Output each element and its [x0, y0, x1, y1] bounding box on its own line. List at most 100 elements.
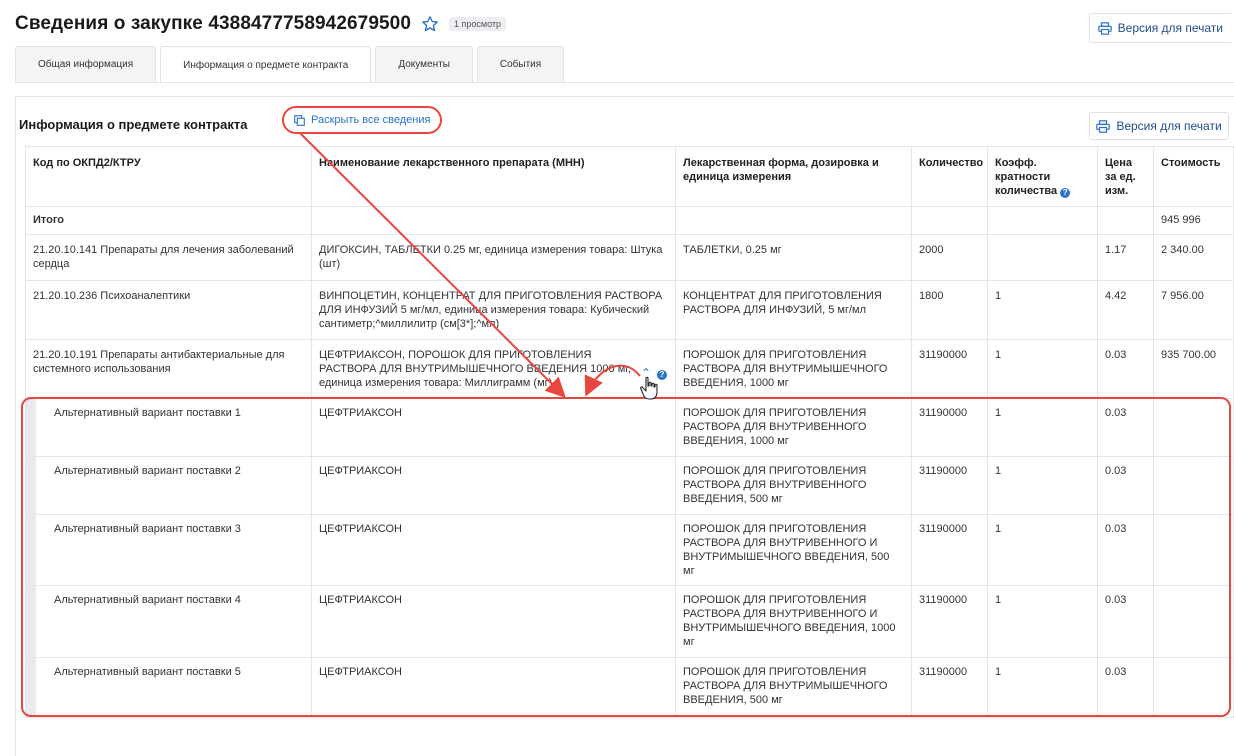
cell-qty: 31190000 — [911, 398, 988, 457]
alt-indent-bar — [26, 399, 36, 456]
page-header: Сведения о закупке 4388477758942679500 1… — [15, 10, 507, 38]
cell-price: 0.03 — [1097, 339, 1154, 399]
cell-cost: 7 956.00 — [1153, 280, 1234, 340]
cell-coef: 1 — [987, 585, 1098, 658]
printer-icon — [1096, 119, 1111, 133]
cell-qty: 31190000 — [911, 339, 988, 399]
alt-label-text: Альтернативный вариант поставки 2 — [54, 465, 241, 477]
cell-price: 0.03 — [1097, 456, 1154, 515]
col-header-price[interactable]: Цена за ед. изм. — [1097, 146, 1154, 207]
cell-coef: 1 — [987, 657, 1098, 718]
total-cost: 945 996 — [1153, 206, 1234, 235]
tab-events[interactable]: События — [476, 46, 565, 82]
cell-price: 0.03 — [1097, 398, 1154, 457]
cell-qty: 31190000 — [911, 456, 988, 515]
cell-qty: 1800 — [911, 280, 988, 340]
cell-form: ТАБЛЕТКИ, 0.25 мг — [675, 234, 912, 281]
cell-name: ЦЕФТРИАКСОН — [311, 585, 676, 658]
help-icon[interactable]: ? — [657, 370, 667, 380]
cell-name: ЦЕФТРИАКСОН — [311, 657, 676, 718]
cell-price: 4.42 — [1097, 280, 1154, 340]
col-header-cost[interactable]: Стоимость — [1153, 146, 1234, 207]
page-title: Сведения о закупке 4388477758942679500 — [15, 13, 411, 34]
total-label: Итого — [25, 206, 312, 235]
tab-documents[interactable]: Документы — [375, 46, 473, 82]
col-header-code[interactable]: Код по ОКПД2/КТРУ — [25, 146, 312, 207]
printer-icon — [1097, 21, 1112, 35]
cell-code: 21.20.10.236 Психоаналептики — [25, 280, 312, 340]
cell-price: 0.03 — [1097, 514, 1154, 586]
cell-name: ЦЕФТРИАКСОН — [311, 514, 676, 586]
cell-cost: 935 700.00 — [1153, 339, 1234, 399]
cell-coef — [987, 234, 1098, 281]
alt-label-text: Альтернативный вариант поставки 1 — [54, 407, 241, 419]
alt-row: Альтернативный вариант поставки 2 ЦЕФТРИ… — [25, 456, 1234, 515]
cell-name-text: ЦЕФТРИАКСОН, ПОРОШОК ДЛЯ ПРИГОТОВЛЕНИЯ Р… — [319, 349, 631, 389]
star-icon[interactable] — [421, 15, 439, 33]
alt-label-text: Альтернативный вариант поставки 3 — [54, 523, 241, 535]
print-version-button[interactable]: Версия для печати — [1089, 112, 1229, 140]
cell-qty: 31190000 — [911, 514, 988, 586]
cell-form: ПОРОШОК ДЛЯ ПРИГОТОВЛЕНИЯ РАСТВОРА ДЛЯ В… — [675, 339, 912, 399]
cell-qty: 2000 — [911, 234, 988, 281]
chevron-up-icon[interactable]: ⌃ — [641, 366, 651, 380]
help-icon[interactable]: ? — [1060, 188, 1071, 198]
views-badge: 1 просмотр — [449, 17, 507, 31]
cell-name: ЦЕФТРИАКСОН — [311, 456, 676, 515]
alt-label: Альтернативный вариант поставки 5 — [25, 657, 312, 718]
cell-price: 1.17 — [1097, 234, 1154, 281]
cell-code: 21.20.10.191 Препараты антибактериальные… — [25, 339, 312, 399]
print-version-label: Версия для печати — [1117, 21, 1223, 35]
alt-label-text: Альтернативный вариант поставки 4 — [54, 594, 241, 606]
col-header-form[interactable]: Лекарственная форма, дозировка и единица… — [675, 146, 912, 207]
alt-row: Альтернативный вариант поставки 1 ЦЕФТРИ… — [25, 398, 1234, 457]
copy-icon — [294, 114, 305, 126]
col-header-coef[interactable]: Коэфф. кратности количества ? — [987, 146, 1098, 207]
alt-indent-bar — [26, 586, 36, 657]
table-header-row: Код по ОКПД2/КТРУ Наименование лекарстве… — [25, 146, 1234, 207]
cell-name: ЦЕФТРИАКСОН — [311, 398, 676, 457]
alt-row: Альтернативный вариант поставки 5 ЦЕФТРИ… — [25, 657, 1234, 718]
cell-name: ДИГОКСИН, ТАБЛЕТКИ 0.25 мг, единица изме… — [311, 234, 676, 281]
tab-bar: Общая информация Информация о предмете к… — [15, 46, 565, 83]
alt-indent-bar — [26, 457, 36, 514]
tab-label: События — [499, 59, 542, 70]
alt-label: Альтернативный вариант поставки 4 — [25, 585, 312, 658]
col-header-coef-label: Коэфф. кратности количества — [995, 157, 1058, 197]
alt-label: Альтернативный вариант поставки 2 — [25, 456, 312, 515]
tab-label: Документы — [398, 59, 450, 70]
alt-row: Альтернативный вариант поставки 4 ЦЕФТРИ… — [25, 585, 1234, 658]
tab-general-info[interactable]: Общая информация — [15, 46, 157, 82]
cell-coef: 1 — [987, 280, 1098, 340]
cell-cost: 2 340.00 — [1153, 234, 1234, 281]
contract-items-table: Код по ОКПД2/КТРУ Наименование лекарстве… — [25, 146, 1234, 718]
alt-label: Альтернативный вариант поставки 3 — [25, 514, 312, 586]
alt-indent-bar — [26, 658, 36, 717]
cell-code: 21.20.10.141 Препараты для лечения забол… — [25, 234, 312, 281]
cell-form: ПОРОШОК ДЛЯ ПРИГОТОВЛЕНИЯ РАСТВОРА ДЛЯ В… — [675, 514, 912, 586]
tabs-divider — [15, 82, 1234, 83]
cell-price: 0.03 — [1097, 657, 1154, 718]
tab-contract-subject[interactable]: Информация о предмете контракта — [160, 46, 372, 83]
alt-label-text: Альтернативный вариант поставки 5 — [54, 666, 241, 678]
col-header-name[interactable]: Наименование лекарственного препарата (М… — [311, 146, 676, 207]
cell-form: ПОРОШОК ДЛЯ ПРИГОТОВЛЕНИЯ РАСТВОРА ДЛЯ В… — [675, 398, 912, 457]
cell-coef: 1 — [987, 456, 1098, 515]
cell-form: ПОРОШОК ДЛЯ ПРИГОТОВЛЕНИЯ РАСТВОРА ДЛЯ В… — [675, 585, 912, 658]
cell-name: ЦЕФТРИАКСОН, ПОРОШОК ДЛЯ ПРИГОТОВЛЕНИЯ Р… — [311, 339, 676, 399]
cell-qty: 31190000 — [911, 657, 988, 718]
alt-row: Альтернативный вариант поставки 3 ЦЕФТРИ… — [25, 514, 1234, 586]
expand-all-label: Раскрыть все сведения — [311, 114, 431, 126]
tab-label: Информация о предмете контракта — [183, 59, 349, 71]
print-version-button-top[interactable]: Версия для печати — [1088, 13, 1231, 43]
expand-all-link[interactable]: Раскрыть все сведения — [282, 106, 443, 134]
col-header-qty[interactable]: Количество — [911, 146, 988, 207]
tab-label: Общая информация — [38, 59, 134, 70]
total-row: Итого 945 996 — [25, 206, 1234, 235]
cell-form: КОНЦЕНТРАТ ДЛЯ ПРИГОТОВЛЕНИЯ РАСТВОРА ДЛ… — [675, 280, 912, 340]
cell-qty: 31190000 — [911, 585, 988, 658]
alt-indent-bar — [26, 515, 36, 585]
cell-coef: 1 — [987, 398, 1098, 457]
cell-coef: 1 — [987, 514, 1098, 586]
alt-label: Альтернативный вариант поставки 1 — [25, 398, 312, 457]
